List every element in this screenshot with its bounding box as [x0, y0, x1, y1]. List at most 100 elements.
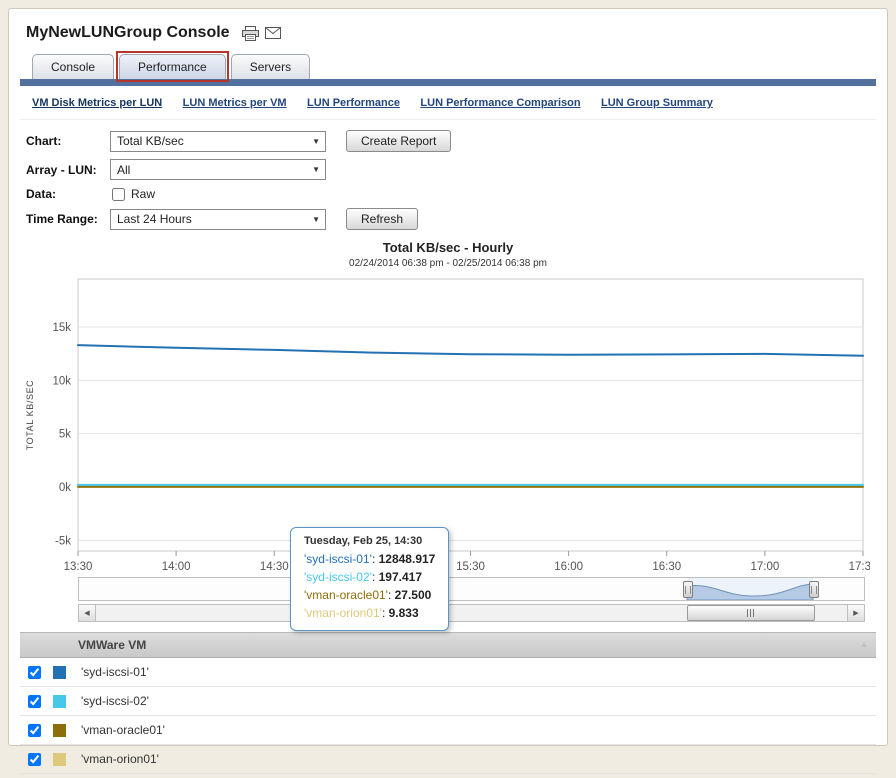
tooltip-colon: :: [387, 588, 395, 602]
tab-servers[interactable]: Servers: [230, 54, 311, 79]
series-color-swatch: [53, 723, 66, 737]
series-name: 'vman-orion01': [81, 752, 159, 766]
svg-text:0k: 0k: [59, 482, 71, 494]
data-label: Data:: [26, 187, 57, 201]
navigator-preview: [686, 583, 814, 600]
series-name: 'vman-oracle01': [81, 723, 165, 737]
series-color-swatch: [53, 694, 66, 708]
time-range-select[interactable]: Last 24 Hours ▼: [110, 208, 326, 230]
time-range-row: Time Range: Last 24 Hours ▼ Refresh: [26, 208, 876, 230]
chevron-down-icon: ▼: [312, 165, 320, 174]
svg-text:13:30: 13:30: [64, 561, 93, 573]
tooltip-colon: :: [371, 552, 379, 566]
tab-servers-label: Servers: [249, 60, 292, 74]
tab-console-label: Console: [51, 60, 96, 74]
array-lun-select-value: All: [117, 162, 131, 177]
table-row: 'syd-iscsi-02': [20, 687, 876, 716]
tooltip-series-name: 'vman-oracle01': [304, 588, 388, 602]
svg-text:17:30: 17:30: [849, 561, 870, 573]
titlebar: MyNewLUNGroup Console: [26, 24, 876, 42]
sort-asc-icon[interactable]: ▲: [859, 633, 869, 657]
chart-row: Chart: Total KB/sec ▼ Create Report: [26, 130, 876, 152]
tab-underline-bar: [20, 79, 876, 86]
tooltip-series-name: 'vman-orion01': [304, 606, 382, 620]
chart-controls-form: Chart: Total KB/sec ▼ Create Report Arra…: [26, 130, 876, 230]
time-range-label: Time Range:: [26, 212, 98, 226]
series-visibility-checkbox[interactable]: [28, 723, 41, 737]
series-visibility-checkbox[interactable]: [28, 665, 41, 679]
svg-text:14:00: 14:00: [162, 561, 191, 573]
subnav-lun-performance[interactable]: LUN Performance: [307, 97, 400, 109]
navigator-right-handle[interactable]: [809, 581, 819, 598]
svg-text:15k: 15k: [52, 322, 71, 334]
tooltip-series-value: 27.500: [394, 588, 432, 602]
tab-bar: Console Performance Servers: [32, 51, 876, 82]
tooltip-title: Tuesday, Feb 25, 14:30: [304, 535, 423, 547]
handle-grip-icon: [685, 585, 691, 594]
table-row: 'vman-oracle01': [20, 716, 876, 745]
table-header-label: VMWare VM: [78, 638, 147, 652]
handle-grip-icon: [811, 585, 817, 594]
tooltip-colon: :: [371, 570, 379, 584]
vm-legend-table: VMWare VM ▲ 'syd-iscsi-01' 'syd-iscsi-02…: [20, 632, 876, 774]
chart-select[interactable]: Total KB/sec ▼: [110, 130, 326, 152]
svg-text:16:00: 16:00: [554, 561, 583, 573]
scrollbar-thumb[interactable]: [687, 605, 815, 621]
subnav-lun-group-summary[interactable]: LUN Group Summary: [601, 97, 713, 109]
svg-text:16:30: 16:30: [652, 561, 681, 573]
tab-console[interactable]: Console: [32, 54, 115, 79]
chart-area: Total KB/sec - Hourly 02/24/2014 06:38 p…: [20, 240, 876, 631]
array-lun-label: Array - LUN:: [26, 162, 97, 177]
subnav: VM Disk Metrics per LUN LUN Metrics per …: [20, 86, 876, 120]
array-lun-row: Array - LUN: All ▼: [26, 159, 876, 180]
tab-performance-label: Performance: [138, 60, 207, 74]
svg-text:15:30: 15:30: [456, 561, 485, 573]
page-title: MyNewLUNGroup Console: [26, 24, 230, 41]
tooltip-row: 'vman-orion01': 9.833: [304, 604, 435, 622]
svg-text:10k: 10k: [52, 375, 71, 387]
create-report-button[interactable]: Create Report: [346, 130, 452, 152]
chart-title: Total KB/sec - Hourly: [382, 240, 514, 255]
scrollbar-grip-icon: [747, 609, 755, 617]
chart-label: Chart:: [26, 134, 62, 148]
tooltip-series-name: 'syd-iscsi-02': [304, 570, 372, 584]
table-row: 'vman-orion01': [20, 745, 876, 774]
chart-select-value: Total KB/sec: [117, 134, 184, 148]
chevron-down-icon: ▼: [312, 214, 320, 224]
email-icon[interactable]: [264, 27, 281, 39]
svg-text:-5k: -5k: [55, 535, 71, 547]
table-header-vmware-vm[interactable]: VMWare VM ▲: [20, 632, 876, 658]
chevron-down-icon: ▼: [312, 136, 320, 146]
tooltip-series-name: 'syd-iscsi-01': [304, 552, 372, 566]
console-panel: MyNewLUNGroup Console Console Performanc…: [8, 8, 888, 774]
series-name: 'syd-iscsi-02': [81, 694, 149, 708]
series-visibility-checkbox[interactable]: [28, 694, 41, 708]
table-row: 'syd-iscsi-01': [20, 658, 876, 687]
refresh-button[interactable]: Refresh: [346, 208, 419, 230]
subnav-lun-performance-comparison[interactable]: LUN Performance Comparison: [420, 97, 580, 109]
svg-text:5k: 5k: [59, 429, 71, 441]
subnav-lun-metrics-per-vm[interactable]: LUN Metrics per VM: [183, 97, 287, 109]
navigator-left-handle[interactable]: [683, 581, 693, 598]
chart-navigator[interactable]: [78, 577, 865, 601]
tooltip-row: 'vman-oracle01': 27.500: [304, 586, 435, 604]
series-color-swatch: [53, 752, 66, 766]
tab-performance[interactable]: Performance: [116, 51, 229, 82]
print-icon[interactable]: [241, 25, 259, 41]
raw-checkbox[interactable]: [112, 187, 125, 201]
svg-text:TOTAL KB/SEC: TOTAL KB/SEC: [25, 380, 35, 451]
series-visibility-checkbox[interactable]: [28, 752, 41, 766]
scroll-right-arrow-icon[interactable]: ▶: [847, 605, 864, 621]
tooltip-colon: :: [381, 606, 389, 620]
raw-checkbox-label: Raw: [131, 187, 156, 201]
chart-scrollbar[interactable]: ◀ ▶: [78, 604, 865, 622]
scroll-left-arrow-icon[interactable]: ◀: [79, 605, 96, 621]
time-range-select-value: Last 24 Hours: [117, 212, 192, 226]
tooltip-series-value: 197.417: [378, 570, 422, 584]
tooltip-row: 'syd-iscsi-02': 197.417: [304, 568, 435, 586]
array-lun-select[interactable]: All ▼: [110, 159, 326, 180]
chart-subtitle: 02/24/2014 06:38 pm - 02/25/2014 06:38 p…: [349, 258, 547, 269]
svg-text:17:00: 17:00: [750, 561, 779, 573]
subnav-vm-disk-metrics-per-lun[interactable]: VM Disk Metrics per LUN: [32, 97, 162, 109]
data-row: Data: Raw: [26, 187, 876, 201]
